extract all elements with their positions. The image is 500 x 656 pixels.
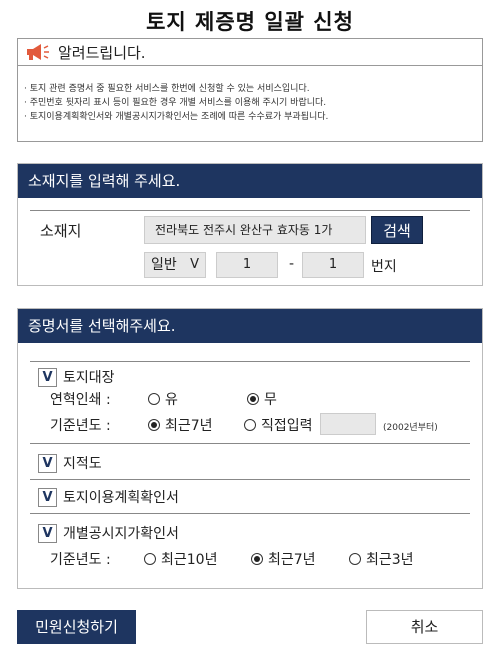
notice-line: · 토지이용계획확인서와 개별공시지가확인서는 조례에 따른 수수료가 부과됩니…	[24, 112, 329, 122]
ledger-direct-option[interactable]: 직접입력	[244, 415, 313, 435]
divider	[30, 513, 470, 514]
sub-number-input[interactable]: 1	[302, 252, 364, 278]
divider	[30, 210, 470, 211]
land-type-value: 일반	[151, 257, 177, 273]
location-panel-header: 소재지를 입력해 주세요.	[18, 164, 482, 198]
land-price-row: V 개별공시지가확인서	[38, 523, 179, 543]
ledger-direct-radio[interactable]	[244, 419, 256, 431]
history-yes-option[interactable]: 유	[148, 389, 178, 409]
megaphone-icon	[24, 42, 50, 62]
price-recent3-option[interactable]: 최근3년	[349, 549, 414, 569]
search-button[interactable]: 검색	[371, 216, 423, 244]
price-recent3-radio[interactable]	[349, 553, 361, 565]
cancel-button[interactable]: 취소	[366, 610, 483, 644]
cadastral-map-label: 지적도	[63, 456, 102, 472]
land-use-plan-checkbox[interactable]: V	[38, 487, 57, 507]
land-ledger-label: 토지대장	[63, 370, 115, 386]
price-base-year-label: 기준년도 :	[50, 552, 111, 568]
certificate-panel-header: 증명서를 선택해주세요.	[18, 309, 482, 343]
apply-button[interactable]: 민원신청하기	[17, 610, 136, 644]
year-note: (2002년부터)	[383, 423, 438, 433]
page-title: 토지 제증명 일괄 신청	[146, 10, 354, 34]
direct-year-input[interactable]	[320, 413, 376, 435]
certificate-panel: 증명서를 선택해주세요. V 토지대장 연혁인쇄 : 유 무 기준년도 : 최근…	[17, 308, 483, 589]
notice-body: · 토지 관련 증명서 중 필요한 서비스를 한번에 신청할 수 있는 서비스입…	[17, 65, 483, 142]
price-recent7-option[interactable]: 최근7년	[251, 549, 316, 569]
cadastral-map-checkbox[interactable]: V	[38, 453, 57, 473]
divider	[30, 479, 470, 480]
land-ledger-checkbox[interactable]: V	[38, 367, 57, 387]
price-recent10-radio[interactable]	[144, 553, 156, 565]
land-type-select[interactable]: 일반 V	[144, 252, 206, 278]
land-use-plan-row: V 토지이용계획확인서	[38, 487, 179, 507]
history-no-radio[interactable]	[247, 393, 259, 405]
ledger-recent7-radio[interactable]	[148, 419, 160, 431]
ledger-recent7-option[interactable]: 최근7년	[148, 415, 213, 435]
address-field[interactable]: 전라북도 전주시 완산구 효자동 1가	[144, 216, 366, 244]
history-no-label: 무	[264, 392, 277, 408]
notice-title: 알려드립니다.	[58, 43, 146, 62]
history-yes-radio[interactable]	[148, 393, 160, 405]
base-year-label: 기준년도 :	[50, 418, 111, 434]
land-ledger-row: V 토지대장	[38, 367, 115, 387]
ledger-recent7-label: 최근7년	[165, 418, 213, 434]
divider	[30, 443, 470, 444]
notice-line: · 주민번호 뒷자리 표시 등이 필요한 경우 개별 서비스를 이용해 주시기 …	[24, 98, 327, 108]
history-print-label: 연혁인쇄 :	[50, 392, 111, 408]
location-label: 소재지	[40, 222, 82, 240]
price-recent3-label: 최근3년	[366, 552, 414, 568]
main-number-input[interactable]: 1	[216, 252, 278, 278]
land-use-plan-label: 토지이용계획확인서	[63, 490, 179, 506]
price-recent7-label: 최근7년	[268, 552, 316, 568]
ledger-direct-label: 직접입력	[261, 418, 313, 434]
land-price-label: 개별공시지가확인서	[63, 526, 179, 542]
price-recent7-radio[interactable]	[251, 553, 263, 565]
land-price-checkbox[interactable]: V	[38, 523, 57, 543]
divider	[30, 361, 470, 362]
unit-label: 번지	[371, 259, 397, 275]
number-dash: -	[289, 256, 295, 272]
price-recent10-option[interactable]: 최근10년	[144, 549, 217, 569]
location-panel: 소재지를 입력해 주세요. 소재지 전라북도 전주시 완산구 효자동 1가 검색…	[17, 163, 483, 286]
history-yes-label: 유	[165, 392, 178, 408]
history-no-option[interactable]: 무	[247, 389, 277, 409]
price-recent10-label: 최근10년	[161, 552, 218, 568]
notice-header: 알려드립니다.	[17, 38, 483, 66]
notice-line: · 토지 관련 증명서 중 필요한 서비스를 한번에 신청할 수 있는 서비스입…	[24, 84, 310, 94]
cadastral-map-row: V 지적도	[38, 453, 102, 473]
chevron-down-icon: V	[190, 257, 199, 272]
